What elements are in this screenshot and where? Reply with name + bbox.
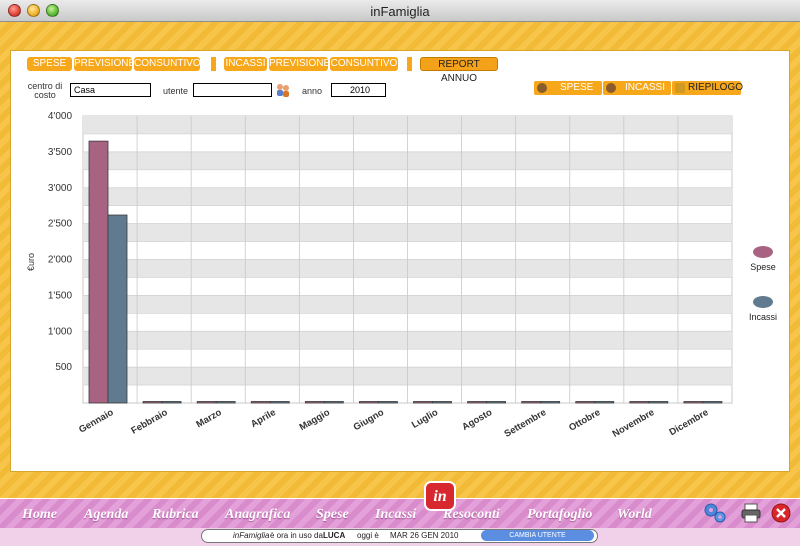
x-tick-label: Dicembre — [667, 407, 710, 438]
bar-incassi — [540, 401, 561, 404]
x-tick-label: Gennaio — [77, 407, 116, 436]
y-tick-label: 2'000 — [48, 255, 73, 266]
printer-icon[interactable] — [739, 502, 763, 524]
bar-incassi — [378, 401, 398, 404]
bar-spese — [467, 401, 487, 404]
x-tick-label: Maggio — [298, 407, 332, 433]
x-tick-label: Agosto — [460, 407, 494, 433]
quit-icon[interactable] — [769, 502, 793, 524]
x-tick-label: Ottobre — [567, 407, 602, 434]
bar-spese — [683, 401, 704, 404]
nav-world[interactable]: World — [617, 507, 652, 523]
x-tick-label: Aprile — [249, 407, 278, 430]
y-tick-label: 500 — [55, 362, 72, 373]
bar-incassi — [107, 214, 128, 404]
bar-spese — [359, 401, 379, 404]
status-oggi-text: oggi è — [357, 531, 379, 540]
x-tick-label: Novembre — [611, 407, 657, 440]
bar-spese — [304, 401, 325, 404]
report-chart: 500 1'000 1'500 2'000 2'500 3'000 3'500 4'000 €u… — [26, 111, 733, 440]
y-tick-label: 1'000 — [48, 326, 73, 337]
bar-spese — [88, 140, 109, 404]
nav-anagrafica[interactable]: Anagrafica — [225, 507, 290, 523]
y-tick-label: 3'500 — [48, 147, 73, 158]
legend-incassi: Incassi — [745, 296, 781, 322]
cambia-utente-button[interactable]: CAMBIA UTENTE — [481, 530, 594, 541]
bar-spese — [575, 401, 596, 404]
x-tick-label: Febbraio — [129, 407, 169, 437]
legend-spese-label: Spese — [750, 262, 776, 272]
nav-home[interactable]: Home — [22, 507, 57, 523]
bar-spese — [521, 401, 542, 404]
status-user: LUCA — [323, 531, 346, 540]
status-app-name: inFamiglia — [233, 531, 270, 540]
y-tick-label: 1'500 — [48, 290, 73, 301]
bar-spese — [250, 401, 271, 404]
legend-spese-swatch — [753, 246, 773, 258]
bar-spese — [142, 401, 163, 404]
x-tick-label: Marzo — [194, 407, 223, 430]
y-tick-label: 3'000 — [48, 183, 73, 194]
x-tick-label: Luglio — [410, 407, 440, 431]
x-tick-label: Settembre — [502, 407, 548, 440]
bar-incassi — [269, 401, 290, 404]
bar-spese — [196, 401, 217, 404]
y-tick-label: 4'000 — [48, 111, 73, 122]
legend-spese: Spese — [745, 246, 781, 272]
nav-incassi[interactable]: Incassi — [375, 507, 416, 523]
y-tick-label: 2'500 — [48, 219, 73, 230]
bar-incassi — [323, 401, 344, 404]
bar-incassi — [594, 401, 615, 404]
x-tick-label: Giugno — [352, 407, 386, 433]
bar-incassi — [486, 401, 506, 404]
bar-incassi — [161, 401, 182, 404]
settings-gears-icon[interactable] — [703, 502, 727, 524]
nav-spese[interactable]: Spese — [316, 507, 349, 523]
status-in-uso-text: è ora in uso da — [270, 531, 323, 540]
bar-incassi — [215, 401, 236, 404]
legend-incassi-label: Incassi — [748, 312, 777, 322]
nav-portafoglio[interactable]: Portafoglio — [527, 507, 592, 523]
y-axis-label: €uro — [26, 253, 36, 271]
nav-rubrica[interactable]: Rubrica — [152, 507, 199, 523]
nav-agenda[interactable]: Agenda — [84, 507, 128, 523]
infamiglia-logo: in — [424, 481, 456, 511]
bar-incassi — [702, 401, 723, 404]
status-date: MAR 26 GEN 2010 — [390, 531, 459, 540]
bar-spese — [413, 401, 433, 404]
bar-spese — [629, 401, 650, 404]
bar-incassi — [432, 401, 452, 404]
legend-incassi-swatch — [753, 296, 773, 308]
bar-incassi — [648, 401, 669, 404]
